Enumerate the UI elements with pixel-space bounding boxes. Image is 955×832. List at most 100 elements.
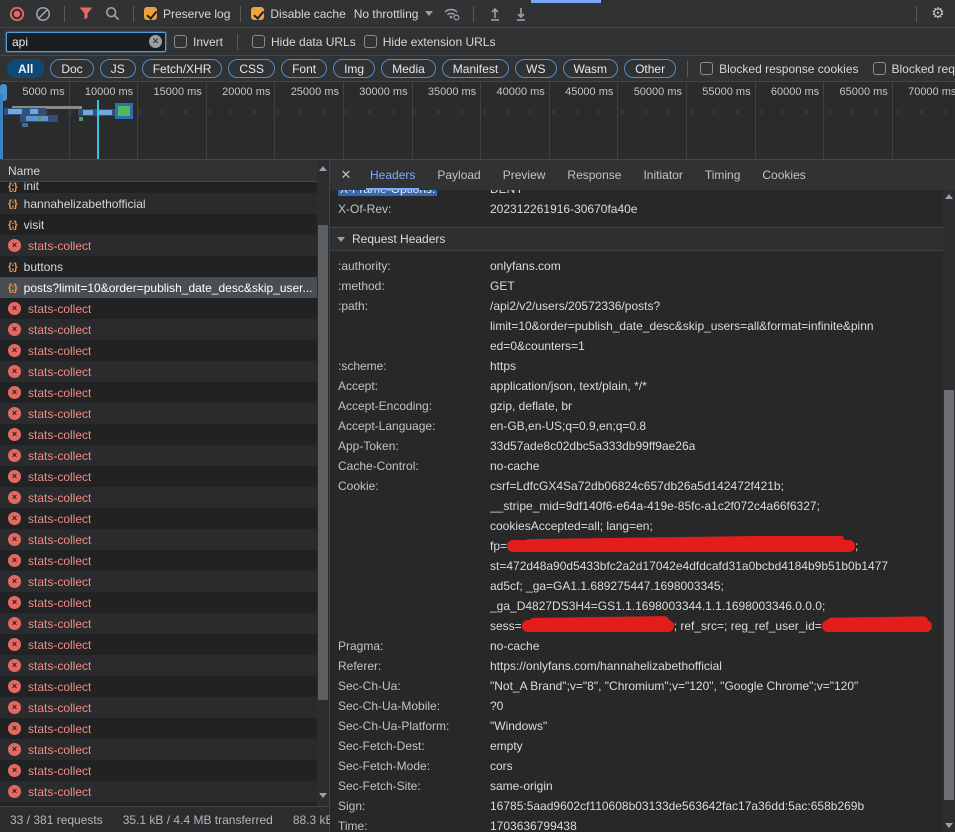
request-row[interactable]: ×stats-collect (0, 550, 329, 571)
disable-cache-checkbox[interactable]: Disable cache (251, 7, 345, 21)
filter-chip-media[interactable]: Media (381, 59, 436, 78)
waterfall-bar (118, 106, 130, 116)
blocked-request-icon: × (8, 701, 21, 714)
scrollbar-thumb[interactable] (944, 390, 954, 800)
timeline-overview[interactable]: 5000 ms10000 ms15000 ms20000 ms25000 ms3… (0, 82, 955, 160)
request-row[interactable]: ×stats-collect (0, 340, 329, 361)
filter-toggle-button[interactable] (75, 3, 97, 25)
request-row[interactable]: ×stats-collect (0, 781, 329, 802)
header-value: 1703636799438 (490, 816, 943, 832)
overview-left-edge (0, 94, 3, 159)
hide-extension-urls-checkbox[interactable]: Hide extension URLs (364, 35, 496, 49)
filter-input[interactable] (6, 32, 166, 52)
tab-headers[interactable]: Headers (360, 160, 425, 190)
request-row[interactable]: ×stats-collect (0, 361, 329, 382)
invert-checkbox[interactable]: Invert (174, 35, 223, 49)
filter-chip-font[interactable]: Font (281, 59, 327, 78)
filter-chip-doc[interactable]: Doc (50, 59, 93, 78)
request-row[interactable]: ×stats-collect (0, 634, 329, 655)
scrollbar-thumb[interactable] (318, 225, 328, 700)
request-row[interactable]: ×stats-collect (0, 676, 329, 697)
tab-response[interactable]: Response (557, 160, 631, 190)
blocked-request-icon: × (8, 323, 21, 336)
network-conditions-button[interactable] (441, 3, 463, 25)
tab-preview[interactable]: Preview (493, 160, 556, 190)
tab-payload[interactable]: Payload (427, 160, 490, 190)
tab-cookies[interactable]: Cookies (752, 160, 815, 190)
tab-initiator[interactable]: Initiator (633, 160, 692, 190)
request-name: stats-collect (28, 323, 91, 337)
request-row[interactable]: ×stats-collect (0, 424, 329, 445)
request-row[interactable]: {;}buttons (0, 256, 329, 277)
filter-chip-css[interactable]: CSS (228, 59, 275, 78)
request-row[interactable]: ×stats-collect (0, 508, 329, 529)
filter-chip-other[interactable]: Other (624, 59, 676, 78)
header-value: no-cache (490, 456, 943, 476)
request-row[interactable]: ×stats-collect (0, 613, 329, 634)
header-name: :scheme: (330, 356, 490, 376)
filter-chip-fetch-xhr[interactable]: Fetch/XHR (142, 59, 223, 78)
header-row: Sec-Fetch-Mode:cors (330, 756, 943, 776)
scroll-down-icon[interactable] (319, 793, 327, 798)
request-row[interactable]: × stats-collect (0, 319, 329, 340)
filter-chip-all[interactable]: All (7, 59, 44, 78)
blocked-request-icon: × (8, 365, 21, 378)
request-row[interactable]: {;}hannahelizabethofficial (0, 193, 329, 214)
scroll-up-icon[interactable] (945, 194, 953, 199)
details-scrollbar[interactable] (943, 190, 955, 832)
header-value-line: ad5cf; _ga=GA1.1.689275447.1698003345; (490, 576, 943, 596)
request-row[interactable]: ×stats-collect (0, 571, 329, 592)
request-row[interactable]: ×stats-collect (0, 592, 329, 613)
search-button[interactable] (101, 3, 123, 25)
request-row[interactable]: ×stats-collect (0, 298, 329, 319)
request-row[interactable]: ×stats-collect (0, 466, 329, 487)
redaction-scribble (507, 540, 855, 552)
toolbar-divider (237, 34, 238, 50)
settings-button[interactable]: ⚙ (927, 3, 949, 25)
request-row[interactable]: ×stats-collect (0, 655, 329, 676)
network-main-area: Name {;}init{;}hannahelizabethofficial{;… (0, 160, 955, 832)
request-list-scrollbar[interactable] (317, 160, 329, 806)
export-har-button[interactable] (510, 3, 532, 25)
throttling-dropdown[interactable]: No throttling (350, 7, 438, 21)
import-har-button[interactable] (484, 3, 506, 25)
blocked-requests-checkbox[interactable]: Blocked requests (873, 62, 955, 76)
blocked-response-cookies-checkbox[interactable]: Blocked response cookies (700, 62, 858, 76)
record-button[interactable] (6, 3, 28, 25)
hide-data-urls-checkbox[interactable]: Hide data URLs (252, 35, 356, 49)
timeline-label: 5000 ms (1, 86, 65, 99)
request-headers-section-toggle[interactable]: Request Headers (330, 227, 943, 251)
request-row[interactable]: ×stats-collect (0, 760, 329, 781)
request-name: stats-collect (28, 449, 91, 463)
request-name: stats-collect (28, 554, 91, 568)
preserve-log-checkbox[interactable]: Preserve log (144, 7, 230, 21)
filter-chip-ws[interactable]: WS (515, 59, 556, 78)
request-row[interactable]: ×stats-collect (0, 718, 329, 739)
scroll-up-icon[interactable] (319, 166, 327, 171)
request-row[interactable]: {;}posts?limit=10&order=publish_date_des… (0, 277, 329, 298)
blocked-request-icon: × (8, 785, 21, 798)
request-row[interactable]: ×stats-collect (0, 739, 329, 760)
filter-chip-manifest[interactable]: Manifest (442, 59, 509, 78)
request-row[interactable]: {;}visit (0, 214, 329, 235)
filter-chip-img[interactable]: Img (333, 59, 375, 78)
clear-filter-icon[interactable]: ✕ (149, 35, 162, 48)
request-row[interactable]: ×stats-collect (0, 235, 329, 256)
name-column-header[interactable]: Name (0, 160, 329, 182)
request-row[interactable]: ×stats-collect (0, 445, 329, 466)
filter-chip-js[interactable]: JS (100, 59, 136, 78)
header-value-line: https (490, 356, 943, 376)
timeline-label: 35000 ms (412, 86, 476, 99)
toolbar-divider (64, 6, 65, 22)
request-row[interactable]: {;}init (0, 182, 329, 193)
tab-timing[interactable]: Timing (695, 160, 751, 190)
clear-button[interactable] (32, 3, 54, 25)
request-row[interactable]: ×stats-collect (0, 487, 329, 508)
filter-chip-wasm[interactable]: Wasm (563, 59, 619, 78)
request-row[interactable]: ×stats-collect (0, 382, 329, 403)
scroll-down-icon[interactable] (945, 823, 953, 828)
request-row[interactable]: ×stats-collect (0, 403, 329, 424)
request-row[interactable]: ×stats-collect (0, 697, 329, 718)
request-row[interactable]: ×stats-collect (0, 529, 329, 550)
close-details-button[interactable]: ✕ (334, 163, 358, 187)
